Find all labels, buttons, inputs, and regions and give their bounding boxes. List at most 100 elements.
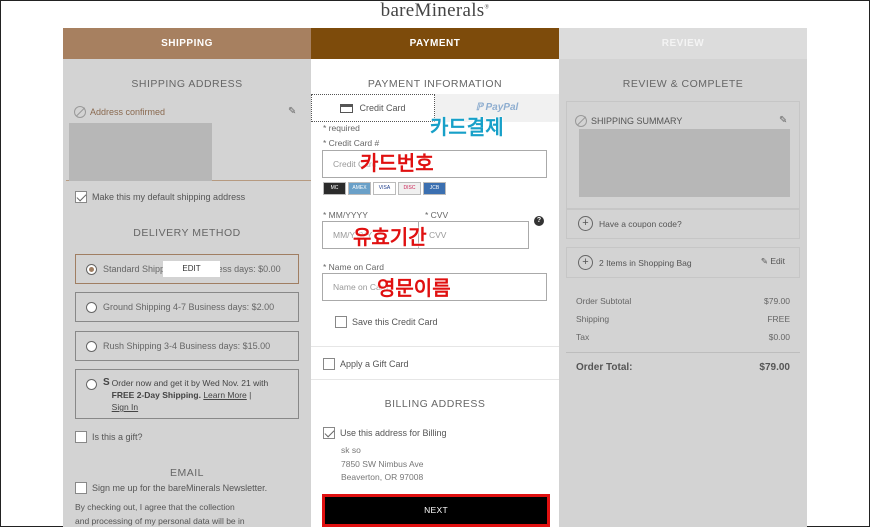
tab-paypal-label: PayPal (485, 102, 519, 113)
next-button[interactable]: NEXT (325, 497, 547, 524)
shipping-label: Shipping (576, 314, 610, 324)
summary-heading: SHIPPING SUMMARY (575, 115, 682, 127)
radio-standard[interactable] (86, 263, 97, 275)
shoprunner-icon: S (103, 377, 110, 388)
coupon-plus-icon: + (578, 216, 593, 231)
consent-text: By checking out, I agree that the collec… (75, 500, 245, 528)
gift-checkbox[interactable] (75, 431, 87, 443)
address-status-text: Address confirmed (90, 107, 166, 117)
billing-title: BILLING ADDRESS (384, 398, 486, 410)
totals-divider (566, 352, 800, 353)
summary-edit-icon[interactable]: ✎ (779, 115, 787, 126)
annotation-card-number: 카드번호 (360, 151, 434, 175)
amex-icon: AMEX (348, 182, 371, 195)
tab-credit-card-label: Credit Card (359, 103, 406, 113)
total-row: Order Total: $79.00 (566, 359, 800, 377)
default-address-checkbox[interactable] (75, 191, 87, 203)
gift-row[interactable]: Is this a gift? (75, 431, 143, 443)
gift-card-row[interactable]: Apply a Gift Card (323, 358, 409, 370)
billing-address: sk so 7850 SW Nimbus Ave Beaverton, OR 9… (341, 444, 424, 485)
address-redacted (69, 123, 212, 181)
shipping-summary-box: SHIPPING SUMMARY ✎ (566, 101, 800, 210)
checkout-steps: SHIPPING PAYMENT REVIEW (63, 28, 807, 59)
tax-row: Tax $0.00 (566, 328, 800, 346)
save-card-label: Save this Credit Card (352, 317, 438, 327)
annotation-expiry: 유효기간 (353, 225, 427, 249)
promo-bold: FREE 2-Day Shipping. (111, 390, 201, 400)
address-status: Address confirmed (74, 106, 165, 118)
delivery-option-rush[interactable]: Rush Shipping 3-4 Business days: $15.00 (75, 331, 299, 361)
gift-card-checkbox[interactable] (323, 358, 335, 370)
cc-number-input[interactable]: Credit Card (322, 150, 547, 178)
shipping-row: Shipping FREE (566, 310, 800, 328)
subtotal-value: $79.00 (764, 296, 790, 306)
step-payment[interactable]: PAYMENT (311, 28, 559, 59)
annotation-card-payment: 카드결제 (430, 115, 504, 139)
bag-plus-icon: + (578, 255, 593, 270)
gift-label: Is this a gift? (92, 432, 143, 442)
use-billing-checkbox[interactable] (323, 427, 335, 439)
promo-line1: Order now and get it by Wed Nov. 21 with (111, 378, 269, 388)
delivery-rush-label: Rush Shipping 3-4 Business days: $15.00 (103, 341, 271, 351)
cc-number-label: * Credit Card # (323, 138, 380, 148)
radio-ground[interactable] (86, 301, 97, 313)
delivery-ground-label: Ground Shipping 4-7 Business days: $2.00 (103, 302, 275, 312)
coupon-row[interactable]: + Have a coupon code? (566, 208, 800, 239)
delivery-option-2day[interactable]: S Order now and get it by Wed Nov. 21 wi… (75, 369, 299, 419)
billing-name: sk so (341, 445, 361, 455)
step-review: REVIEW (559, 28, 807, 59)
email-title: EMAIL (169, 467, 204, 479)
radio-rush[interactable] (86, 340, 97, 352)
address-box: Address confirmed ✎ (66, 97, 311, 181)
summary-status-icon (575, 115, 587, 127)
jcb-icon: JCB (423, 182, 446, 195)
cvv-help-icon[interactable]: ? (534, 216, 544, 226)
divider-1 (311, 346, 559, 347)
paypal-icon: ℙ (475, 102, 486, 113)
newsletter-row[interactable]: Sign me up for the bareMinerals Newslett… (75, 482, 267, 494)
tax-value: $0.00 (768, 332, 790, 342)
bag-edit-pencil-icon: ✎ (760, 256, 771, 266)
newsletter-checkbox[interactable] (75, 482, 87, 494)
confirmed-icon (74, 106, 86, 118)
name-label: * Name on Card (323, 262, 384, 272)
mm-label: * MM/YYYY (323, 210, 368, 220)
brand-name: bareMinerals (380, 0, 485, 21)
brand-logo[interactable]: bareMinerals® (0, 0, 870, 22)
consent-line1: By checking out, I agree that the collec… (75, 502, 235, 512)
radio-2day[interactable] (86, 379, 97, 390)
delivery-option-ground[interactable]: Ground Shipping 4-7 Business days: $2.00 (75, 292, 299, 322)
card-logos: MC AMEX VISA DISC JCB (323, 182, 446, 195)
edit-pencil-icon[interactable]: ✎ (288, 106, 296, 117)
default-address-label: Make this my default shipping address (92, 192, 246, 202)
newsletter-label: Sign me up for the bareMinerals Newslett… (92, 483, 268, 493)
save-card-checkbox[interactable] (335, 316, 347, 328)
tab-credit-card[interactable]: Credit Card (311, 94, 435, 122)
total-label: Order Total: (576, 362, 633, 373)
step-shipping[interactable]: SHIPPING (63, 28, 311, 59)
edit-chip: EDIT (163, 261, 220, 277)
default-address-row[interactable]: Make this my default shipping address (75, 191, 245, 203)
mastercard-icon: MC (323, 182, 346, 195)
shipping-column: SHIPPING ADDRESS Address confirmed ✎ Mak… (63, 59, 311, 527)
discover-icon: DISC (398, 182, 421, 195)
divider-2 (311, 379, 559, 380)
order-totals: Order Subtotal $79.00 Shipping FREE Tax $0.… (566, 292, 800, 377)
gift-card-label: Apply a Gift Card (340, 359, 409, 369)
cvv-input[interactable]: CVV (418, 221, 529, 249)
review-title: REVIEW & COMPLETE (622, 78, 744, 90)
learn-more-link[interactable]: Learn More (203, 390, 246, 400)
summary-label: SHIPPING SUMMARY (591, 116, 683, 126)
save-card-row[interactable]: Save this Credit Card (335, 316, 438, 328)
use-billing-row[interactable]: Use this address for Billing (323, 427, 447, 439)
use-billing-label: Use this address for Billing (340, 428, 447, 438)
required-note: * required (323, 123, 360, 133)
billing-city: Beaverton, OR 97008 (341, 472, 424, 482)
bag-edit-link[interactable]: ✎ Edit (761, 256, 785, 267)
cvv-placeholder: CVV (429, 230, 447, 240)
coupon-label: Have a coupon code? (599, 218, 682, 229)
sign-in-link[interactable]: Sign In (112, 402, 138, 412)
summary-redacted (579, 129, 790, 197)
bag-edit-label: Edit (770, 256, 785, 266)
bag-row[interactable]: + 2 Items in Shopping Bag ✎ Edit (566, 247, 800, 278)
